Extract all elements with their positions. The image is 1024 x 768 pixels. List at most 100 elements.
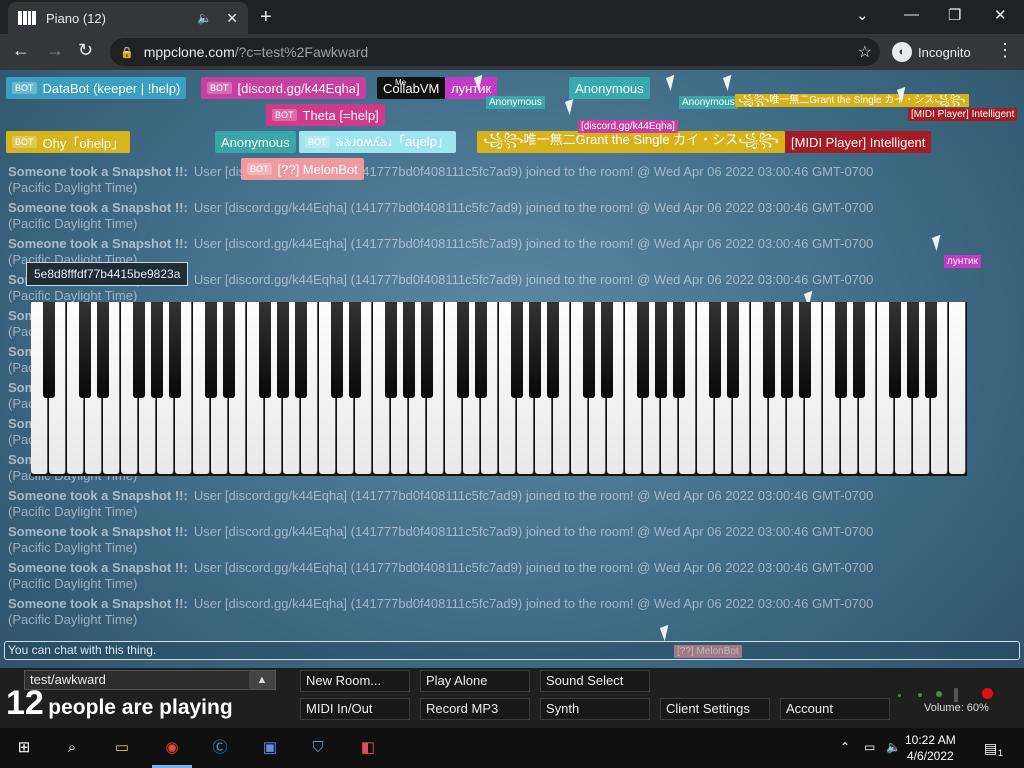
piano-black-key[interactable] <box>763 302 775 398</box>
piano-keyboard[interactable] <box>31 302 967 476</box>
piano-black-key[interactable] <box>259 302 271 398</box>
network-icon[interactable]: ▭ <box>864 740 875 754</box>
piano-black-key[interactable] <box>133 302 145 398</box>
app-c-icon[interactable]: Ⓒ <box>208 736 232 760</box>
browser-tab[interactable]: Piano (12) 🔈 ✕ <box>8 2 248 34</box>
file-explorer-icon[interactable]: ▭ <box>110 736 134 760</box>
piano-black-key[interactable] <box>727 302 739 398</box>
piano-black-key[interactable] <box>223 302 235 398</box>
piano-favicon-icon <box>18 11 36 25</box>
piano-black-key[interactable] <box>277 302 289 398</box>
user-tag[interactable]: [MIDI Player] Intelligent <box>785 131 932 153</box>
close-window-icon[interactable]: ✕ <box>994 6 1007 24</box>
user-tag[interactable]: Anonymous <box>569 77 650 99</box>
piano-black-key[interactable] <box>403 302 415 398</box>
chat-input[interactable]: You can chat with this thing. <box>4 641 1020 660</box>
chat-message: Someone took a Snapshot !!: User [discord… <box>8 524 1018 560</box>
cursor-name-label: [discord.gg/k44Eqha] <box>578 120 678 133</box>
piano-black-key[interactable] <box>151 302 163 398</box>
taskbar-clock[interactable]: 10:22 AM 4/6/2022 <box>905 732 956 764</box>
piano-black-key[interactable] <box>889 302 901 398</box>
piano-black-key[interactable] <box>673 302 685 398</box>
user-tag[interactable]: BOT [discord.gg/k44Eqha] <box>201 77 366 99</box>
piano-black-key[interactable] <box>637 302 649 398</box>
user-tag[interactable]: BOT DataBot (keeper | !help) <box>6 77 187 99</box>
tray-chevron-icon[interactable]: ⌃ <box>840 740 850 754</box>
app-picture-icon[interactable]: ▣ <box>258 736 282 760</box>
chat-message: Someone took a Snapshot !!: User [discord… <box>8 200 1018 236</box>
piano-black-key[interactable] <box>475 302 487 398</box>
incognito-icon: ◐ <box>892 42 912 62</box>
people-count-number: 12 <box>6 684 44 722</box>
browser-menu-icon[interactable]: ⋮ <box>996 40 1014 61</box>
piano-black-key[interactable] <box>547 302 559 398</box>
synth-button[interactable]: Synth <box>540 698 650 720</box>
piano-black-key[interactable] <box>925 302 937 398</box>
chrome-icon[interactable]: ◉ <box>160 736 184 760</box>
volume-knob[interactable] <box>896 688 996 702</box>
room-dropdown-arrow-icon[interactable]: ▲ <box>249 671 275 689</box>
volume-label: Volume: 60% <box>924 702 989 714</box>
new-tab-button[interactable]: + <box>260 6 272 29</box>
user-tag[interactable]: CollabVM <box>377 77 446 99</box>
user-tag[interactable]: BOT Ohy「ohelp」 <box>6 131 131 153</box>
midi-button[interactable]: MIDI In/Out <box>300 698 410 720</box>
piano-black-key[interactable] <box>799 302 811 398</box>
lock-icon: 🔒 <box>120 46 134 59</box>
user-tag[interactable]: ꧁꧂唯一無二Grant the Single カイ・シス꧁꧂ <box>477 131 785 153</box>
piano-black-key[interactable] <box>295 302 307 398</box>
record-mp3-button[interactable]: Record MP3 <box>420 698 530 720</box>
account-button[interactable]: Account <box>780 698 890 720</box>
bookmark-star-icon[interactable]: ☆ <box>858 42 872 62</box>
piano-black-key[interactable] <box>79 302 91 398</box>
piano-black-key[interactable] <box>169 302 181 398</box>
piano-black-key[interactable] <box>511 302 523 398</box>
address-bar[interactable]: 🔒 mppclone.com/?c=test%2Fawkward ☆ <box>110 38 880 66</box>
tab-search-icon[interactable]: ⌄ <box>856 6 869 24</box>
user-tag[interactable]: BOT ঌ৯ɹoʍʎ৯ɹ「aɥelp」 <box>299 131 456 153</box>
piano-black-key[interactable] <box>583 302 595 398</box>
shield-app-icon[interactable]: ⛉ <box>306 736 330 760</box>
reload-icon[interactable]: ↻ <box>78 40 93 61</box>
piano-black-key[interactable] <box>655 302 667 398</box>
notifications-icon[interactable]: ▤ <box>984 740 997 757</box>
mpp-app: Someone took a Snapshot !!: User [discord… <box>0 70 1024 728</box>
windows-start-icon[interactable]: ⊞ <box>12 736 36 760</box>
piano-black-key[interactable] <box>349 302 361 398</box>
user-tag[interactable]: Anonymous <box>215 131 296 153</box>
piano-black-key[interactable] <box>529 302 541 398</box>
sound-select-button[interactable]: Sound Select <box>540 670 650 692</box>
piano-black-key[interactable] <box>781 302 793 398</box>
user-tag[interactable]: BOT [??] MelonBot <box>241 158 364 180</box>
user-tag-label: [MIDI Player] Intelligent <box>791 134 926 150</box>
restore-icon[interactable]: ❐ <box>948 6 961 24</box>
new-room-button[interactable]: New Room... <box>300 670 410 692</box>
piano-black-key[interactable] <box>43 302 55 398</box>
piano-black-key[interactable] <box>331 302 343 398</box>
piano-black-key[interactable] <box>853 302 865 398</box>
piano-black-key[interactable] <box>709 302 721 398</box>
search-icon[interactable]: ⌕ <box>60 736 84 760</box>
piano-black-key[interactable] <box>421 302 433 398</box>
minimize-icon[interactable]: — <box>904 6 919 23</box>
piano-black-key[interactable] <box>907 302 919 398</box>
user-tag[interactable]: BOT Theta [=help] <box>266 104 385 126</box>
play-alone-button[interactable]: Play Alone <box>420 670 530 692</box>
incognito-indicator[interactable]: ◐ Incognito <box>892 42 971 62</box>
forward-icon[interactable]: → <box>46 40 64 61</box>
bot-badge: BOT <box>305 136 330 148</box>
back-icon[interactable]: ← <box>12 40 30 61</box>
camera-app-icon[interactable]: ◧ <box>356 736 380 760</box>
piano-black-key[interactable] <box>457 302 469 398</box>
piano-white-key[interactable] <box>949 302 966 474</box>
volume-tray-icon[interactable]: 🔈 <box>886 740 901 754</box>
piano-black-key[interactable] <box>385 302 397 398</box>
chat-message-sender: Someone took a Snapshot !!: <box>8 200 188 215</box>
piano-black-key[interactable] <box>97 302 109 398</box>
tab-close-icon[interactable]: ✕ <box>226 10 238 27</box>
speaker-icon[interactable]: 🔈 <box>197 11 212 25</box>
piano-black-key[interactable] <box>205 302 217 398</box>
client-settings-button[interactable]: Client Settings <box>660 698 770 720</box>
piano-black-key[interactable] <box>601 302 613 398</box>
piano-black-key[interactable] <box>835 302 847 398</box>
